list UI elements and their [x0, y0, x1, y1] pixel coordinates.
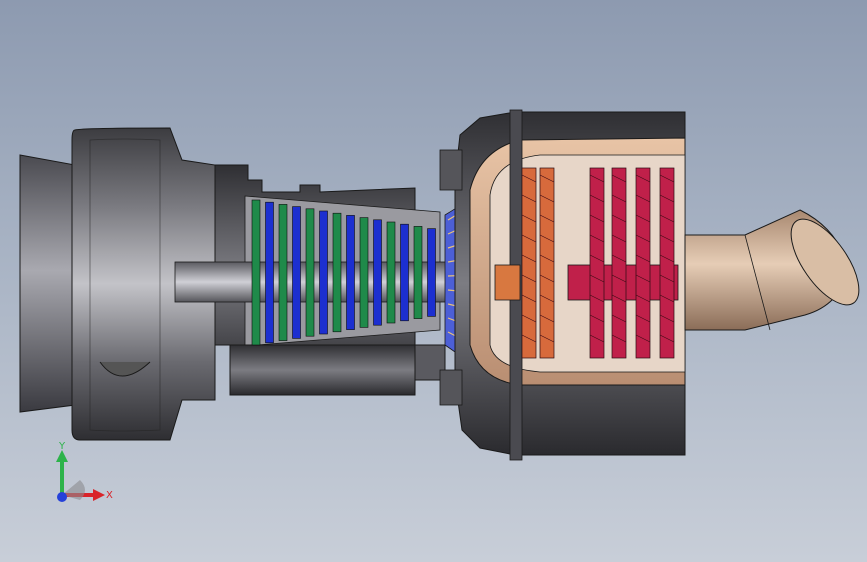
graphics-viewport[interactable]: Y X — [0, 0, 867, 562]
compressor-blade-row[interactable] — [305, 208, 315, 337]
turbojet-section-model[interactable] — [0, 0, 867, 562]
compressor-blade-row[interactable] — [346, 215, 355, 330]
x-axis-label: X — [106, 490, 113, 501]
compressor-blade-row[interactable] — [400, 223, 409, 322]
compressor-blade-row[interactable] — [386, 221, 396, 324]
turbine-blade-row[interactable] — [635, 167, 651, 359]
compressor-blade-row[interactable] — [265, 201, 274, 344]
turbine-blade-row[interactable] — [589, 167, 605, 359]
compressor-blade-row[interactable] — [427, 228, 436, 317]
compressor-blade-row[interactable] — [359, 217, 369, 328]
y-axis-arrow — [56, 450, 68, 495]
turbine-blade-row[interactable] — [521, 167, 537, 359]
compressor-blade-row[interactable] — [413, 226, 423, 319]
turbine-blade-row[interactable] — [611, 167, 627, 359]
coordinate-triad: Y X — [56, 441, 113, 502]
compressor-blade-row[interactable] — [319, 210, 328, 335]
compressor-blade-row[interactable] — [373, 219, 382, 326]
exhaust-nozzle[interactable] — [684, 208, 867, 331]
compressor-blade-row[interactable] — [278, 204, 288, 341]
compressor-blade-row[interactable] — [292, 206, 301, 339]
turbine-blade-row[interactable] — [539, 167, 555, 359]
z-axis-dot — [57, 492, 67, 502]
turbine-blade-row[interactable] — [659, 167, 675, 359]
y-axis-label: Y — [58, 441, 66, 452]
compressor-blade-row[interactable] — [251, 199, 261, 346]
compressor-blade-row[interactable] — [332, 212, 342, 333]
